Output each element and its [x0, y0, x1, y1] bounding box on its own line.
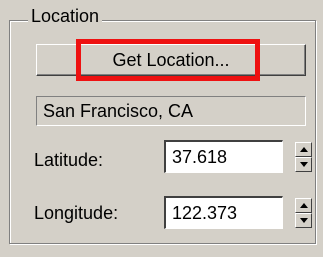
- longitude-spin-up-button[interactable]: [295, 198, 312, 213]
- location-display-field: San Francisco, CA: [36, 96, 306, 126]
- latitude-spin-up-button[interactable]: [295, 142, 312, 157]
- triangle-up-icon: [300, 203, 308, 208]
- latitude-label: Latitude:: [34, 150, 104, 170]
- longitude-spinner: [295, 198, 312, 228]
- groupbox-title: Location: [28, 6, 103, 26]
- get-location-button[interactable]: Get Location...: [36, 44, 306, 76]
- location-panel: Location Get Location... San Francisco, …: [0, 0, 323, 257]
- longitude-spin-down-button[interactable]: [295, 213, 312, 228]
- longitude-label: Longitude:: [34, 203, 119, 223]
- latitude-spinner: [295, 142, 312, 172]
- latitude-input[interactable]: [164, 140, 283, 173]
- triangle-down-icon: [300, 218, 308, 223]
- longitude-input[interactable]: [164, 196, 283, 229]
- triangle-down-icon: [300, 162, 308, 167]
- triangle-up-icon: [300, 147, 308, 152]
- latitude-spin-down-button[interactable]: [295, 157, 312, 172]
